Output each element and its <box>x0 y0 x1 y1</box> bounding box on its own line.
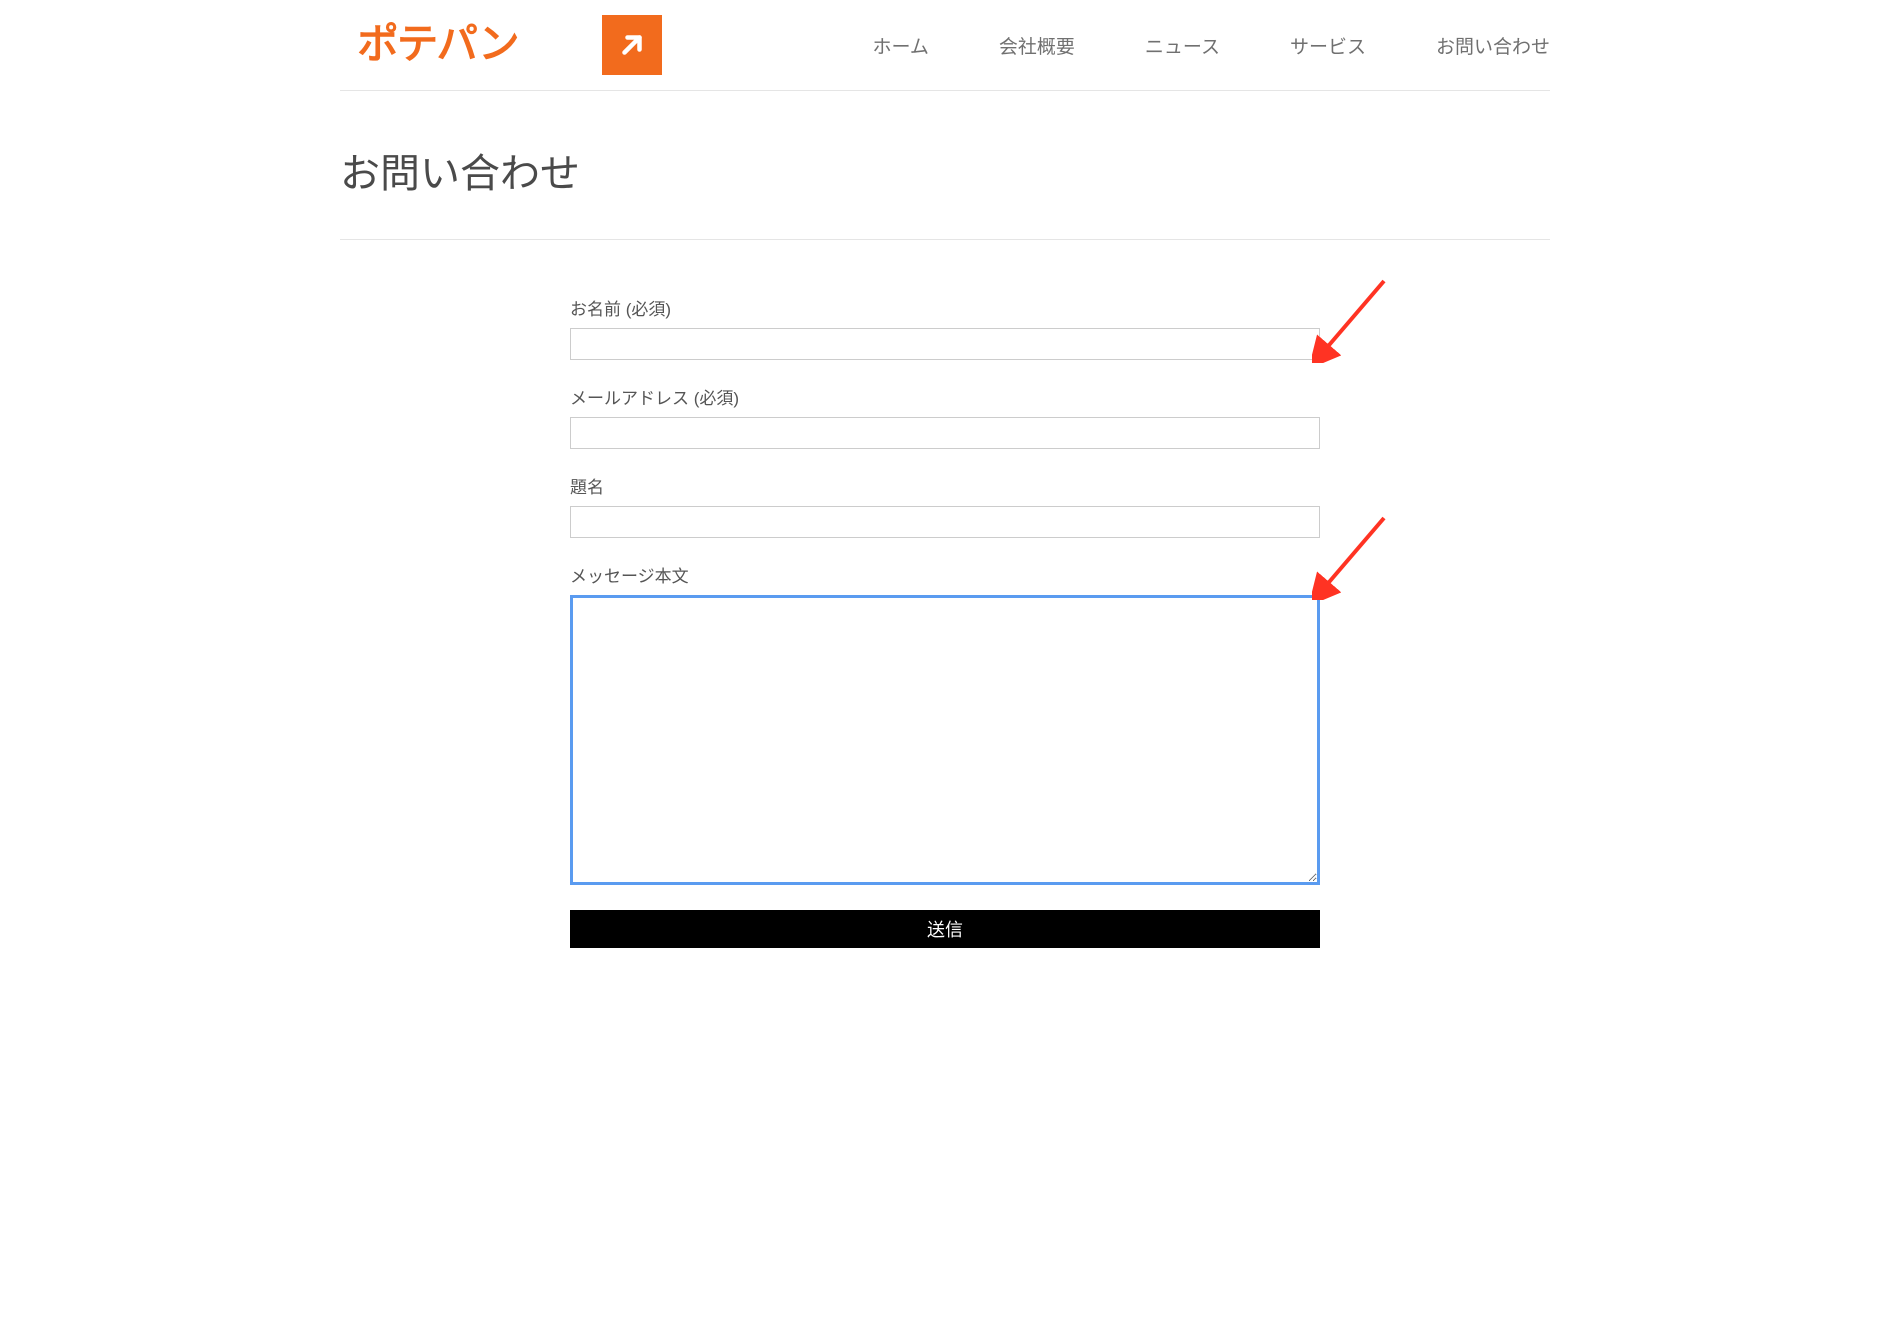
nav-home[interactable]: ホーム <box>872 32 928 59</box>
field-message: メッセージ本文 <box>570 562 1320 890</box>
title-section: お問い合わせ <box>340 91 1550 240</box>
main-nav: ホーム 会社概要 ニュース サービス お問い合わせ <box>872 32 1550 59</box>
nav-company[interactable]: 会社概要 <box>999 32 1075 59</box>
nav-news[interactable]: ニュース <box>1145 32 1220 59</box>
site-header: ポテパン ホーム 会社概要 ニュース サービス お問い合わせ <box>340 0 1550 91</box>
name-input[interactable] <box>570 328 1320 360</box>
nav-contact[interactable]: お問い合わせ <box>1436 32 1550 59</box>
field-subject: 題名 <box>570 473 1320 538</box>
field-name: お名前 (必須) <box>570 295 1320 360</box>
subject-input[interactable] <box>570 506 1320 538</box>
page-title: お問い合わせ <box>340 141 1550 199</box>
field-email: メールアドレス (必須) <box>570 384 1320 449</box>
svg-text:ポテパン: ポテパン <box>357 21 518 67</box>
annotation-arrow-2 <box>1312 510 1392 600</box>
message-label: メッセージ本文 <box>570 562 1320 587</box>
nav-services[interactable]: サービス <box>1290 32 1366 59</box>
form-container: お名前 (必須) メールアドレス (必須) 題名 メッセージ本文 送信 <box>340 240 1550 988</box>
subject-label: 題名 <box>570 473 1320 498</box>
logo-text-icon: ポテパン <box>340 20 590 70</box>
message-textarea[interactable] <box>570 595 1320 885</box>
email-input[interactable] <box>570 417 1320 449</box>
logo-arrow-icon <box>602 15 662 75</box>
submit-button[interactable]: 送信 <box>570 910 1320 948</box>
email-label: メールアドレス (必須) <box>570 384 1320 409</box>
annotation-arrow-1 <box>1312 273 1392 363</box>
name-label: お名前 (必須) <box>570 295 1320 320</box>
contact-form: お名前 (必須) メールアドレス (必須) 題名 メッセージ本文 送信 <box>570 295 1320 948</box>
logo-link[interactable]: ポテパン <box>340 15 662 75</box>
